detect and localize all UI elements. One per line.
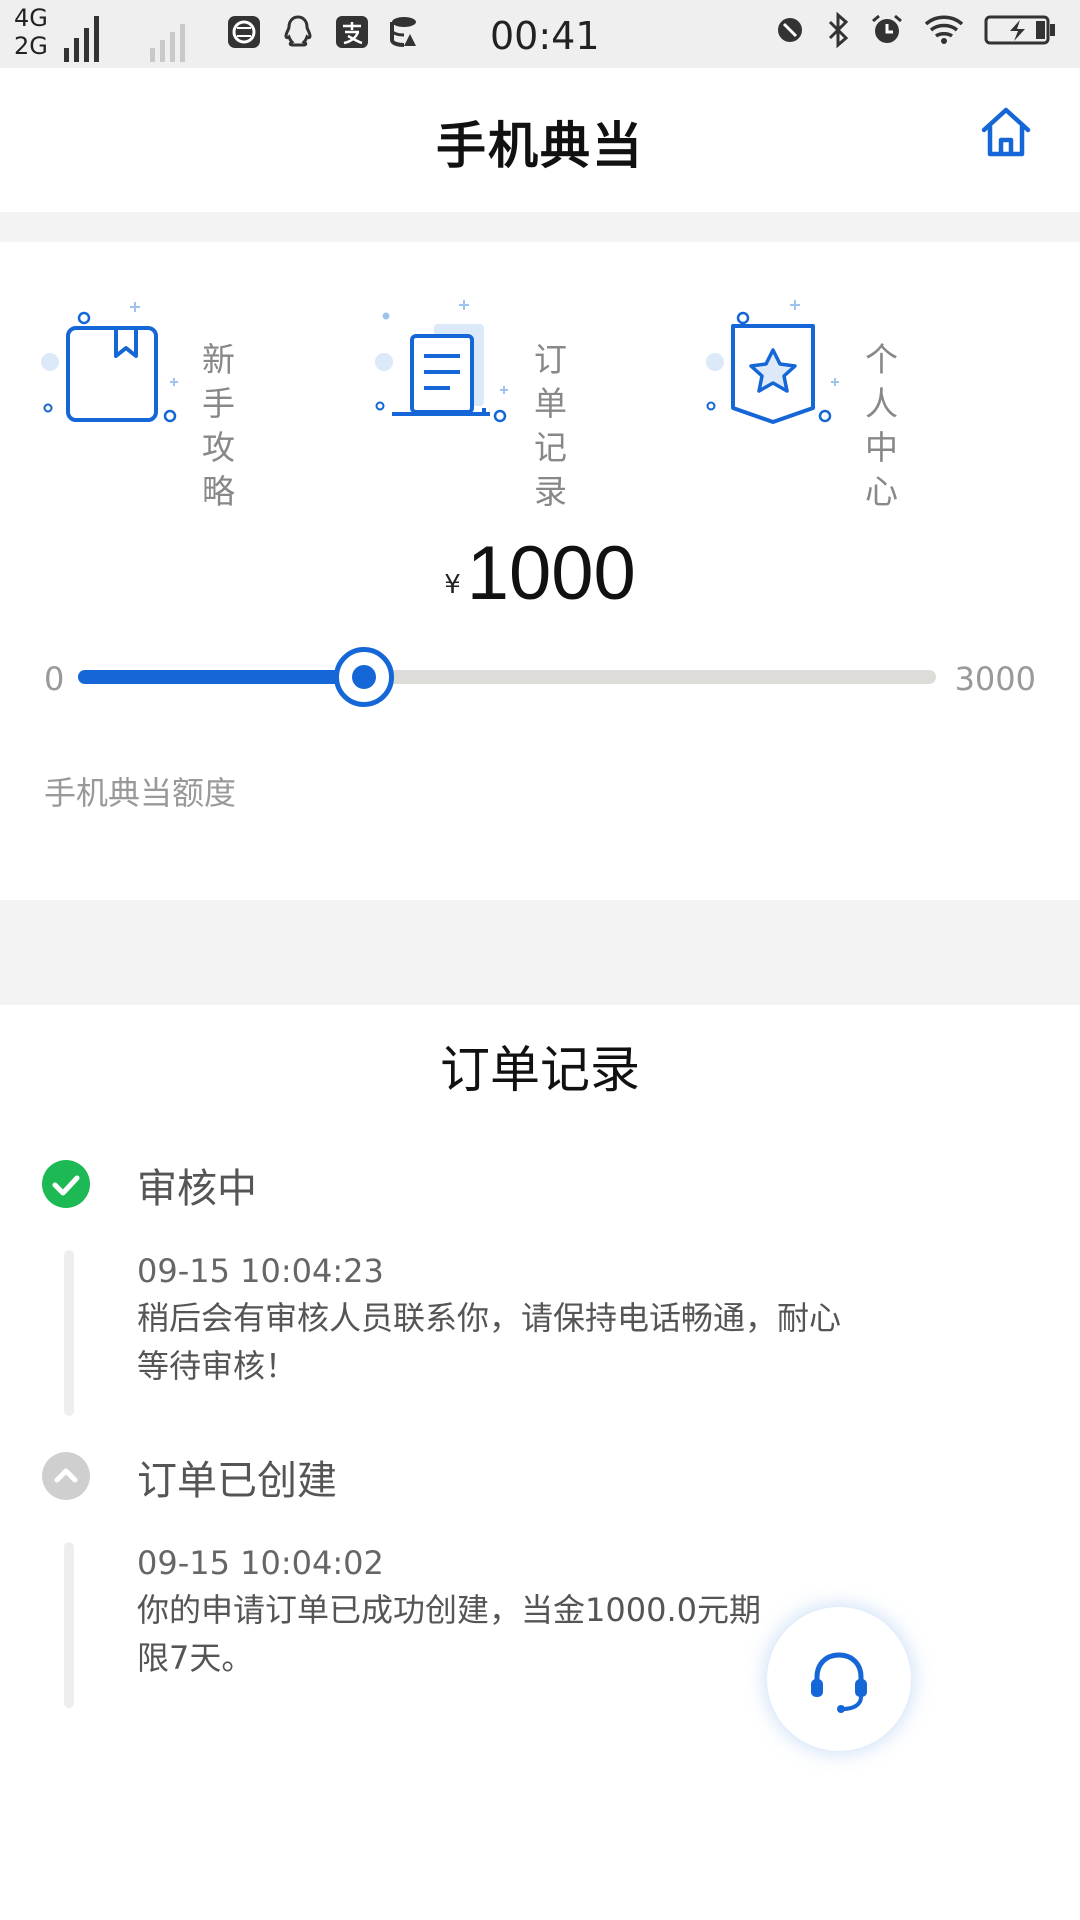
network-type-secondary: 2G — [14, 32, 48, 60]
system-status-icons — [774, 12, 1056, 48]
event-time: 09-15 10:04:02 — [137, 1544, 384, 1582]
alipay-icon — [336, 16, 368, 48]
alarm-icon — [872, 14, 902, 43]
event-description: 稍后会有审核人员联系你，请保持电话畅通，耐心等待审核！ — [137, 1299, 842, 1385]
page-title: 手机典当 — [436, 117, 644, 175]
event-time: 09-15 10:04:23 — [137, 1252, 384, 1290]
browser-icon — [228, 16, 260, 48]
wifi-icon — [924, 15, 964, 44]
order-record-title: 订单记录 — [440, 1041, 640, 1099]
slider-thumb[interactable] — [333, 647, 394, 707]
user-center-icon — [706, 300, 839, 424]
home-icon — [981, 107, 1031, 157]
chevron-up-circle-icon — [42, 1452, 90, 1500]
event-description: 你的申请订单已成功创建，当金1000.0元期限7天。 — [137, 1591, 761, 1677]
vibrate-icon — [778, 18, 802, 42]
shortcut-orders[interactable]: 订单记录 — [372, 290, 692, 511]
guide-book-icon — [41, 302, 178, 423]
qq-icon — [284, 15, 312, 47]
amount-slider[interactable]: 0 3000 — [0, 647, 1080, 710]
event-status: 审核中 — [137, 1166, 257, 1212]
slider-max: 3000 — [954, 660, 1036, 698]
battery-charging-icon — [984, 15, 1055, 45]
amount-value: 1000 — [466, 531, 636, 616]
shortcut-label: 新手攻略 — [202, 340, 259, 511]
event-status: 订单已创建 — [137, 1458, 337, 1504]
slider-min: 0 — [44, 660, 65, 698]
home-button[interactable] — [976, 102, 1036, 162]
slider-fill — [78, 670, 364, 684]
currency-symbol: ¥ — [444, 570, 461, 600]
network-type: 4G 2G — [14, 4, 48, 60]
amount-label: 手机典当额度 — [44, 774, 237, 812]
signal-strength-secondary-icon — [150, 6, 185, 62]
section-divider — [0, 212, 1080, 242]
bluetooth-icon — [828, 12, 849, 48]
slider-track[interactable] — [78, 647, 936, 707]
app-header: 手机典当 — [0, 68, 1080, 212]
timeline-line — [64, 1542, 74, 1708]
headset-icon — [811, 1652, 867, 1713]
clock: 00:41 — [490, 14, 600, 58]
timeline-line — [64, 1250, 74, 1416]
shortcut-menu: 新手攻略 订单记录 个人中心 — [0, 290, 1080, 511]
notification-icons — [226, 14, 424, 50]
check-circle-icon — [42, 1160, 90, 1208]
section-divider — [0, 900, 1080, 1005]
shortcut-label: 个人中心 — [865, 340, 922, 511]
order-records-icon — [375, 300, 508, 423]
network-type-primary: 4G — [14, 4, 48, 32]
shortcut-user-center[interactable]: 个人中心 — [703, 290, 1023, 511]
data-icon — [388, 17, 416, 47]
pawn-amount: ¥1000 — [0, 530, 1080, 617]
signal-strength-icon — [64, 6, 99, 62]
status-bar: 4G 2G 00:41 — [0, 0, 1080, 68]
shortcut-label: 订单记录 — [534, 340, 591, 511]
shortcut-guide[interactable]: 新手攻略 — [40, 290, 360, 511]
customer-service-button[interactable] — [767, 1607, 911, 1751]
